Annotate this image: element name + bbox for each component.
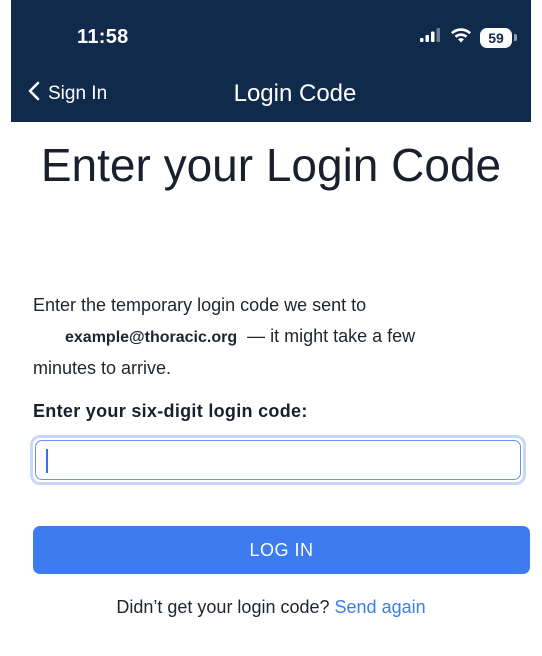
battery-icon: 59 [480, 27, 517, 48]
code-field-label: Enter your six-digit login code: [33, 401, 308, 421]
instructions-line-1: Enter the temporary login code we sent t… [33, 295, 367, 315]
email-address: example@thoracic.org [65, 329, 238, 346]
nav-title: Login Code [233, 80, 357, 107]
send-again-link[interactable]: Send again [335, 597, 426, 617]
instructions-line-2-rest: — it might take a few [247, 326, 416, 346]
status-icons: 59 [420, 27, 517, 48]
chevron-left-icon [28, 81, 40, 106]
instructions-line-2: example@thoracic.org — it might take a fe… [33, 321, 523, 353]
status-time: 11:58 [77, 26, 129, 48]
resend-prompt: Didn’t get your login code? [116, 597, 330, 617]
login-code-input[interactable] [35, 440, 521, 480]
signal-icon [420, 28, 442, 47]
log-in-button[interactable]: LOG IN [33, 526, 530, 574]
nav-header: Sign In Login Code [11, 75, 531, 122]
instructions-text: Enter the temporary login code we sent t… [33, 290, 523, 384]
text-caret [46, 449, 48, 473]
status-bar: 11:58 59 [11, 0, 531, 75]
instructions-line-3: minutes to arrive. [33, 358, 172, 378]
page-heading: Enter your Login Code [40, 139, 502, 191]
login-code-screen: 11:58 59 Sign In Login Code Enter your L… [0, 0, 542, 656]
battery-tip [514, 34, 517, 41]
wifi-icon [450, 27, 472, 48]
code-input-focus-ring [30, 435, 526, 485]
top-bar: 11:58 59 Sign In Login Code [11, 0, 531, 122]
resend-row: Didn’t get your login code? Send again [11, 597, 531, 618]
battery-level: 59 [480, 27, 512, 48]
